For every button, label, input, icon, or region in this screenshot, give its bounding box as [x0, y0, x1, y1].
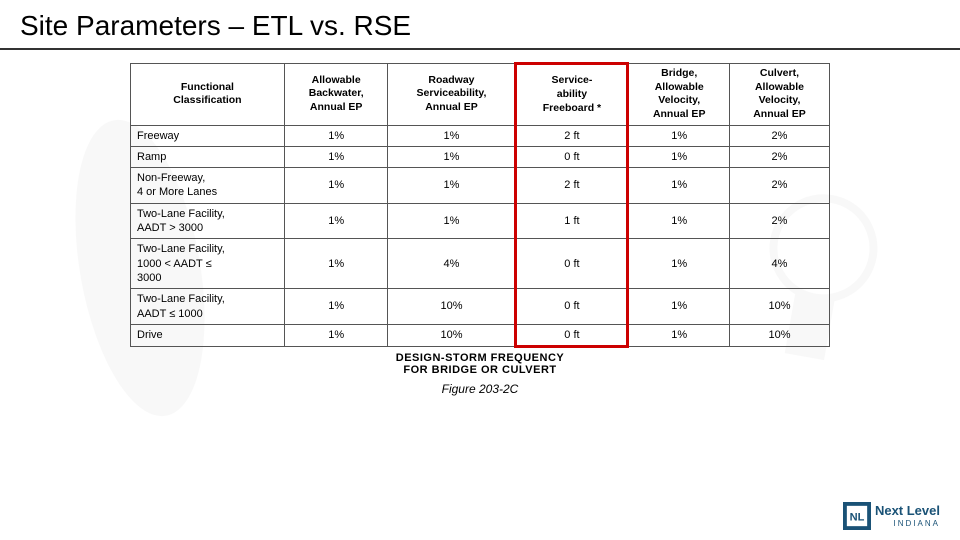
parameters-table: FunctionalClassification AllowableBackwa… — [130, 62, 830, 348]
table-row: Ramp 1% 1% 0 ft 1% 2% — [131, 146, 830, 167]
logo-name: Next Level — [875, 504, 940, 518]
cell-bridge: 1% — [628, 289, 730, 325]
col-header-culvert: Culvert,AllowableVelocity,Annual EP — [729, 64, 829, 126]
cell-serviceability: 2 ft — [516, 125, 628, 146]
cell-backwater: 1% — [284, 168, 388, 204]
cell-culvert: 10% — [729, 324, 829, 346]
cell-backwater: 1% — [284, 239, 388, 289]
logo-area: NL Next Level INDIANA — [843, 502, 940, 530]
design-storm-label: DESIGN-STORM FREQUENCY FOR BRIDGE OR CUL… — [396, 352, 564, 376]
svg-text:NL: NL — [850, 512, 865, 524]
page-title: Site Parameters – ETL vs. RSE — [0, 0, 960, 50]
content-area: FunctionalClassification AllowableBackwa… — [0, 58, 960, 396]
cell-culvert: 2% — [729, 203, 829, 239]
cell-serviceability: 1 ft — [516, 203, 628, 239]
figure-label: Figure 203-2C — [442, 382, 519, 396]
cell-functional: Two-Lane Facility,AADT ≤ 1000 — [131, 289, 285, 325]
table-header-row: FunctionalClassification AllowableBackwa… — [131, 64, 830, 126]
cell-serviceability: 2 ft — [516, 168, 628, 204]
cell-functional: Two-Lane Facility,1000 < AADT ≤3000 — [131, 239, 285, 289]
cell-roadway: 10% — [388, 289, 516, 325]
cell-bridge: 1% — [628, 168, 730, 204]
cell-roadway: 1% — [388, 146, 516, 167]
cell-functional: Drive — [131, 324, 285, 346]
cell-roadway: 4% — [388, 239, 516, 289]
cell-bridge: 1% — [628, 125, 730, 146]
table-row: Two-Lane Facility,AADT > 3000 1% 1% 1 ft… — [131, 203, 830, 239]
logo-icon: NL — [843, 502, 871, 530]
cell-backwater: 1% — [284, 203, 388, 239]
cell-culvert: 2% — [729, 146, 829, 167]
cell-culvert: 10% — [729, 289, 829, 325]
col-header-backwater: AllowableBackwater,Annual EP — [284, 64, 388, 126]
logo-state: INDIANA — [875, 519, 940, 528]
cell-roadway: 1% — [388, 168, 516, 204]
cell-backwater: 1% — [284, 289, 388, 325]
logo-text-block: Next Level INDIANA — [875, 504, 940, 527]
cell-serviceability: 0 ft — [516, 324, 628, 346]
table-row: Freeway 1% 1% 2 ft 1% 2% — [131, 125, 830, 146]
cell-functional: Ramp — [131, 146, 285, 167]
cell-roadway: 10% — [388, 324, 516, 346]
table-row: Two-Lane Facility,1000 < AADT ≤3000 1% 4… — [131, 239, 830, 289]
logo-box: NL Next Level INDIANA — [843, 502, 940, 530]
cell-serviceability: 0 ft — [516, 289, 628, 325]
table-row: Non-Freeway,4 or More Lanes 1% 1% 2 ft 1… — [131, 168, 830, 204]
cell-bridge: 1% — [628, 324, 730, 346]
cell-culvert: 4% — [729, 239, 829, 289]
cell-culvert: 2% — [729, 125, 829, 146]
cell-functional: Non-Freeway,4 or More Lanes — [131, 168, 285, 204]
cell-roadway: 1% — [388, 125, 516, 146]
table-row: Drive 1% 10% 0 ft 1% 10% — [131, 324, 830, 346]
cell-bridge: 1% — [628, 146, 730, 167]
table-row: Two-Lane Facility,AADT ≤ 1000 1% 10% 0 f… — [131, 289, 830, 325]
cell-serviceability: 0 ft — [516, 239, 628, 289]
cell-functional: Freeway — [131, 125, 285, 146]
col-header-bridge: Bridge,AllowableVelocity,Annual EP — [628, 64, 730, 126]
cell-backwater: 1% — [284, 125, 388, 146]
cell-bridge: 1% — [628, 203, 730, 239]
cell-serviceability: 0 ft — [516, 146, 628, 167]
cell-culvert: 2% — [729, 168, 829, 204]
cell-bridge: 1% — [628, 239, 730, 289]
cell-backwater: 1% — [284, 324, 388, 346]
col-header-serviceability: Service-abilityFreeboard * — [516, 64, 628, 126]
cell-backwater: 1% — [284, 146, 388, 167]
cell-functional: Two-Lane Facility,AADT > 3000 — [131, 203, 285, 239]
col-header-functional: FunctionalClassification — [131, 64, 285, 126]
cell-roadway: 1% — [388, 203, 516, 239]
col-header-roadway: RoadwayServiceability,Annual EP — [388, 64, 516, 126]
